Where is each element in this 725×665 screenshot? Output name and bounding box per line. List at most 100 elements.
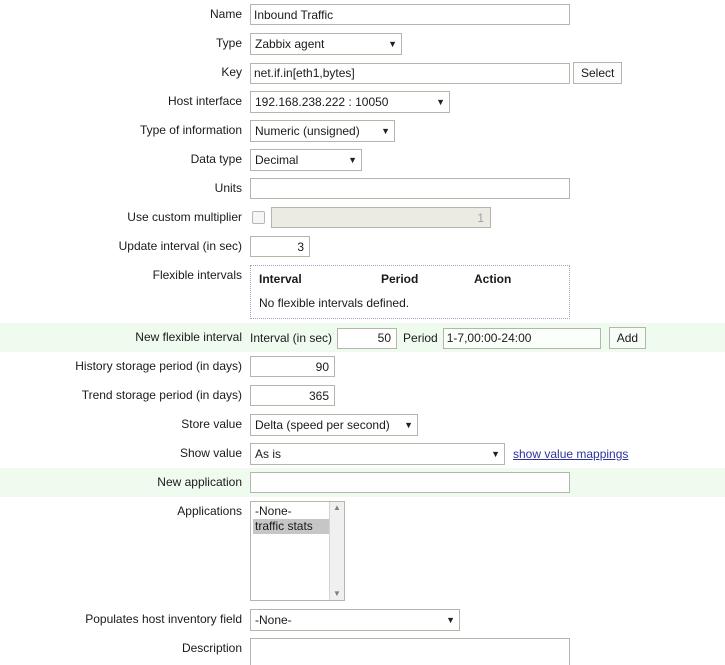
field-history-storage <box>250 352 725 377</box>
label-host-inventory: Populates host inventory field <box>85 612 242 626</box>
form-row-update-interval: Update interval (in sec) <box>0 232 725 261</box>
label-history-storage: History storage period (in days) <box>75 359 242 373</box>
form-row-units: Units <box>0 174 725 203</box>
label-type-of-information: Type of information <box>139 123 242 137</box>
custom-multiplier-input <box>271 207 491 228</box>
host-inventory-select[interactable]: -None- ▼ <box>250 609 460 631</box>
chevron-down-icon: ▼ <box>388 38 397 49</box>
add-flexible-interval-button[interactable]: Add <box>608 327 647 349</box>
form-row-custom-multiplier: Use custom multiplier <box>0 203 725 232</box>
show-value-select[interactable]: As is ▼ <box>250 443 505 465</box>
form-row-host-inventory: Populates host inventory field -None- ▼ <box>0 605 725 634</box>
applications-option-traffic-stats[interactable]: traffic stats <box>253 519 329 534</box>
flexible-intervals-empty-message: No flexible intervals defined. <box>259 296 410 310</box>
field-key: Select <box>250 58 725 84</box>
chevron-down-icon: ▼ <box>436 96 445 107</box>
scroll-up-icon[interactable]: ▲ <box>333 504 341 512</box>
form-row-show-value: Show value As is ▼ show value mappings <box>0 439 725 468</box>
label-new-flexible-interval: New flexible interval <box>135 330 242 344</box>
form-row-store-value: Store value Delta (speed per second) ▼ <box>0 410 725 439</box>
chevron-down-icon: ▼ <box>348 154 357 165</box>
form-row-new-flexible-interval: New flexible interval Interval (in sec) … <box>0 323 725 352</box>
field-flexible-intervals: Interval Period Action No flexible inter… <box>250 261 725 319</box>
chevron-down-icon: ▼ <box>446 614 455 625</box>
custom-multiplier-checkbox[interactable] <box>252 211 265 224</box>
history-storage-input[interactable] <box>250 356 335 377</box>
field-type: Zabbix agent ▼ <box>250 29 725 55</box>
form-row-history-storage: History storage period (in days) <box>0 352 725 381</box>
show-value-select-value: As is <box>255 447 282 461</box>
data-type-select-value: Decimal <box>255 153 299 167</box>
type-of-information-select-value: Numeric (unsigned) <box>255 124 360 138</box>
column-header-action: Action <box>474 272 512 286</box>
form-row-name: Name <box>0 0 725 29</box>
field-data-type: Decimal ▼ <box>250 145 725 171</box>
name-input[interactable] <box>250 4 570 25</box>
field-store-value: Delta (speed per second) ▼ <box>250 410 725 436</box>
item-configuration-form: Name Type Zabbix agent ▼ Key Select Host… <box>0 0 725 665</box>
chevron-down-icon: ▼ <box>381 125 390 136</box>
label-key: Key <box>221 65 242 79</box>
form-row-type-of-information: Type of information Numeric (unsigned) ▼ <box>0 116 725 145</box>
field-update-interval <box>250 232 725 257</box>
chevron-down-icon: ▼ <box>404 419 413 430</box>
trend-storage-input[interactable] <box>250 385 335 406</box>
flexible-intervals-table: Interval Period Action No flexible inter… <box>250 265 570 319</box>
type-select[interactable]: Zabbix agent ▼ <box>250 33 402 55</box>
field-type-of-information: Numeric (unsigned) ▼ <box>250 116 725 142</box>
label-description: Description <box>181 641 242 655</box>
label-new-application: New application <box>157 475 242 489</box>
type-of-information-select[interactable]: Numeric (unsigned) ▼ <box>250 120 395 142</box>
form-row-key: Key Select <box>0 58 725 87</box>
field-new-flexible-interval: Interval (in sec) Period Add <box>250 323 725 349</box>
applications-listbox[interactable]: -None- traffic stats ▲ ▼ <box>250 501 345 601</box>
label-custom-multiplier: Use custom multiplier <box>127 210 242 224</box>
field-show-value: As is ▼ show value mappings <box>250 439 725 465</box>
label-trend-storage: Trend storage period (in days) <box>81 388 242 402</box>
field-host-interface: 192.168.238.222 : 10050 ▼ <box>250 87 725 113</box>
form-row-applications: Applications -None- traffic stats ▲ ▼ <box>0 497 725 605</box>
applications-option-none[interactable]: -None- <box>253 504 329 519</box>
field-new-application <box>250 468 725 493</box>
field-trend-storage <box>250 381 725 406</box>
form-row-trend-storage: Trend storage period (in days) <box>0 381 725 410</box>
form-row-type: Type Zabbix agent ▼ <box>0 29 725 58</box>
key-select-button[interactable]: Select <box>573 62 623 84</box>
show-value-mappings-link[interactable]: show value mappings <box>513 447 628 461</box>
field-applications: -None- traffic stats ▲ ▼ <box>250 497 725 601</box>
host-interface-select[interactable]: 192.168.238.222 : 10050 ▼ <box>250 91 450 113</box>
form-row-description: Description <box>0 634 725 665</box>
store-value-select[interactable]: Delta (speed per second) ▼ <box>250 414 418 436</box>
data-type-select[interactable]: Decimal ▼ <box>250 149 362 171</box>
description-textarea[interactable] <box>250 638 570 665</box>
applications-option-list: -None- traffic stats <box>251 502 329 600</box>
new-application-input[interactable] <box>250 472 570 493</box>
field-custom-multiplier <box>250 203 725 228</box>
label-update-interval: Update interval (in sec) <box>118 239 242 253</box>
field-description <box>250 634 725 665</box>
label-show-value: Show value <box>179 446 242 460</box>
label-host-interface: Host interface <box>167 94 242 108</box>
label-interval-in-sec: Interval (in sec) <box>250 331 333 345</box>
form-row-flexible-intervals: Flexible intervals Interval Period Actio… <box>0 261 725 323</box>
units-input[interactable] <box>250 178 570 199</box>
scroll-down-icon[interactable]: ▼ <box>333 590 341 598</box>
flexible-intervals-header-row: Interval Period Action <box>259 272 561 296</box>
new-period-input[interactable] <box>442 327 601 349</box>
form-row-new-application: New application <box>0 468 725 497</box>
form-row-host-interface: Host interface 192.168.238.222 : 10050 ▼ <box>0 87 725 116</box>
form-row-data-type: Data type Decimal ▼ <box>0 145 725 174</box>
label-units: Units <box>214 181 242 195</box>
label-applications: Applications <box>177 504 242 518</box>
host-interface-select-value: 192.168.238.222 : 10050 <box>255 95 389 109</box>
applications-scrollbar[interactable]: ▲ ▼ <box>329 502 344 600</box>
key-input[interactable] <box>250 62 570 84</box>
type-select-value: Zabbix agent <box>255 37 325 51</box>
update-interval-input[interactable] <box>250 236 310 257</box>
new-interval-input[interactable] <box>337 327 398 349</box>
label-type: Type <box>215 36 242 50</box>
column-header-interval: Interval <box>259 272 302 286</box>
field-name <box>250 0 725 25</box>
field-host-inventory: -None- ▼ <box>250 605 725 631</box>
label-name: Name <box>209 7 242 21</box>
